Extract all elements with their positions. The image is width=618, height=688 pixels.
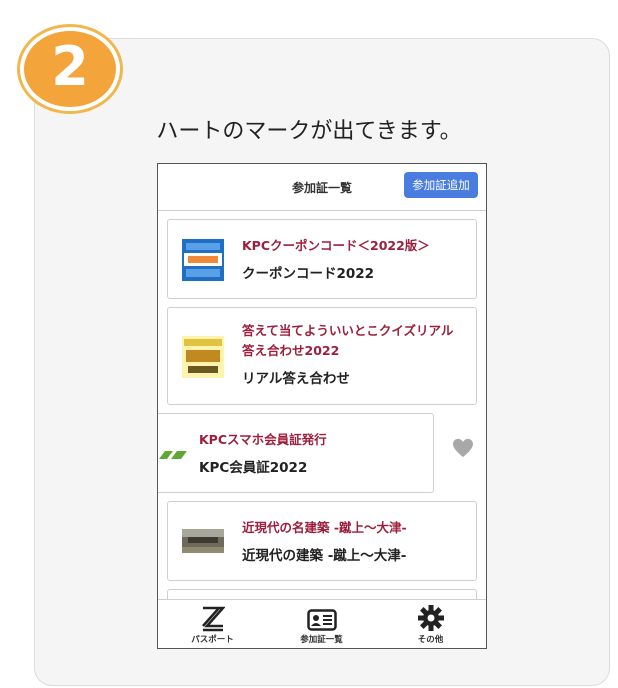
heart-icon[interactable] bbox=[452, 438, 474, 458]
tab-label: その他 bbox=[417, 635, 444, 645]
tab-label: 参加証一覧 bbox=[300, 635, 343, 645]
step-number: 2 bbox=[51, 35, 89, 98]
tab-label: パスポート bbox=[191, 635, 234, 645]
list-item[interactable]: 答えて当てよういいとこクイズリアル 答え合わせ2022 リアル答え合わせ bbox=[167, 307, 477, 405]
coupon-thumbnail-icon bbox=[182, 239, 224, 281]
list-item[interactable]: 近現代の名建築 -蹴上～大津- 近現代の建築 -蹴上～大津- bbox=[167, 501, 477, 581]
item-title-line1: 答えて当てよういいとこクイズリアル bbox=[242, 323, 454, 338]
item-subtitle: 近現代の建築 -蹴上～大津- bbox=[242, 548, 407, 564]
item-title: 近現代の名建築 -蹴上～大津- bbox=[242, 520, 407, 535]
gear-icon bbox=[417, 605, 444, 631]
id-card-icon bbox=[306, 609, 337, 631]
phone-screenshot: 参加証一覧 参加証追加 KPCクーポンコード＜2022版＞ クーポンコード202… bbox=[157, 163, 487, 649]
item-subtitle: クーポンコード2022 bbox=[242, 266, 375, 282]
tab-pass-list[interactable]: 参加証一覧 bbox=[267, 600, 376, 648]
tab-other[interactable]: その他 bbox=[376, 600, 485, 648]
add-pass-button[interactable]: 参加証追加 bbox=[404, 172, 478, 198]
list-item-swiped[interactable]: KPCスマホ会員証発行 KPC会員証2022 bbox=[158, 413, 434, 493]
item-title: KPCクーポンコード＜2022版＞ bbox=[242, 238, 430, 253]
app-header: 参加証一覧 参加証追加 bbox=[158, 164, 486, 211]
instruction-text: ハートのマークが出てきます。 bbox=[156, 119, 462, 144]
quiz-thumbnail-icon bbox=[182, 336, 224, 378]
item-subtitle: リアル答え合わせ bbox=[242, 371, 350, 387]
item-title-line2: 答え合わせ2022 bbox=[242, 343, 340, 358]
item-subtitle: KPC会員証2022 bbox=[199, 460, 308, 476]
tab-passport[interactable]: パスポート bbox=[158, 600, 267, 648]
kpc-logo-icon bbox=[159, 451, 187, 459]
list-item[interactable]: KPCクーポンコード＜2022版＞ クーポンコード2022 bbox=[167, 219, 477, 299]
item-title: KPCスマホ会員証発行 bbox=[199, 432, 327, 447]
passport-logo-icon bbox=[201, 606, 225, 632]
pass-list: KPCクーポンコード＜2022版＞ クーポンコード2022 答えて当てよういいと… bbox=[158, 211, 486, 601]
bottom-tab-bar: パスポート 参加証一覧 その他 bbox=[158, 599, 486, 648]
step-number-badge: 2 bbox=[20, 27, 120, 111]
building-photo-icon bbox=[182, 529, 224, 553]
